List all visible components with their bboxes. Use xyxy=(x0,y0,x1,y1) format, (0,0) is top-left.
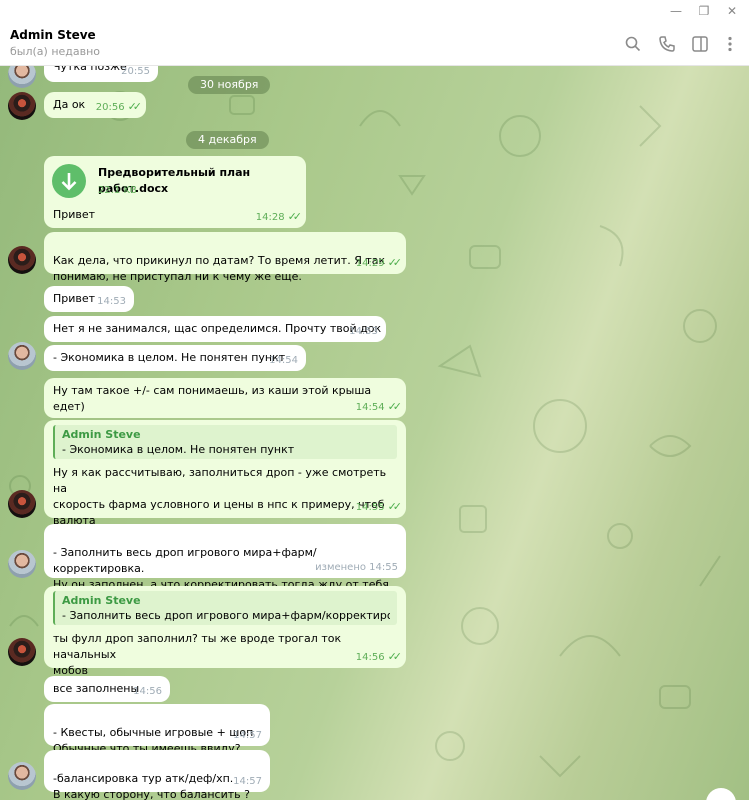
restore-button[interactable]: ❐ xyxy=(692,2,716,20)
chat-title[interactable]: Admin Steve xyxy=(10,28,96,42)
window-titlebar: — ❐ ✕ xyxy=(0,0,749,22)
message-bubble[interactable]: - Заполнить весь дроп игрового мира+фарм… xyxy=(44,524,406,591)
message-bubble[interactable]: Как дела, что прикинул по датам? То врем… xyxy=(44,232,406,283)
message-time: 20:56 ✓✓ xyxy=(95,100,143,114)
message-text: Привет xyxy=(53,208,96,221)
message-bubble[interactable]: -балансировка тур атк/деф/хп. В какую ст… xyxy=(44,750,270,800)
message-text: все заполнены xyxy=(53,682,140,695)
avatar-me[interactable] xyxy=(8,550,36,578)
message-time: 14:53 xyxy=(349,326,378,337)
read-ticks-icon: ✓✓ xyxy=(387,256,403,269)
message-text: - Экономика в целом. Не понятен пункт xyxy=(53,351,286,364)
phone-icon[interactable] xyxy=(657,34,677,54)
read-ticks-icon: ✓✓ xyxy=(127,100,143,113)
message-time: 20:55 xyxy=(121,66,150,77)
search-icon[interactable] xyxy=(623,34,643,54)
read-ticks-icon: ✓✓ xyxy=(387,650,403,663)
message-time: 14:28 ✓✓ xyxy=(255,210,303,224)
message-bubble[interactable]: Admin Steve - Заполнить весь дроп игрово… xyxy=(44,586,406,677)
message-time: 14:54 ✓✓ xyxy=(355,400,403,414)
message-bubble[interactable]: - Квесты, обычные игровые + шоп Обычные … xyxy=(44,704,270,755)
date-separator: 30 ноября xyxy=(188,76,271,94)
minimize-button[interactable]: — xyxy=(664,2,688,20)
avatar-admin-steve[interactable] xyxy=(8,246,36,274)
sidebar-icon[interactable] xyxy=(690,34,710,54)
message-time: 14:53 xyxy=(97,296,126,307)
read-ticks-icon: ✓✓ xyxy=(287,210,303,223)
message-text: Да ок xyxy=(53,98,86,111)
chat-area[interactable]: Чутка позже 20:55 30 ноября Да ок 20:56 ✓… xyxy=(0,66,749,800)
edited-label: изменено xyxy=(315,562,366,573)
message-time: 14:29 ✓✓ xyxy=(355,256,403,270)
reply-text: - Экономика в целом. Не понятен пункт xyxy=(62,443,295,456)
message-bubble[interactable]: Да ок 20:56 ✓✓ xyxy=(44,92,146,118)
close-button[interactable]: ✕ xyxy=(720,2,744,20)
message-bubble[interactable]: Ну там такое +/- сам понимаешь, из каши … xyxy=(44,378,406,418)
reply-author: Admin Steve xyxy=(62,594,141,607)
avatar-me[interactable] xyxy=(8,342,36,370)
message-text: -балансировка тур атк/деф/хп. В какую ст… xyxy=(53,772,250,800)
reply-author: Admin Steve xyxy=(62,428,141,441)
message-bubble[interactable]: Admin Steve - Экономика в целом. Не поня… xyxy=(44,420,406,543)
avatar-admin-steve[interactable] xyxy=(8,638,36,666)
avatar-admin-steve[interactable] xyxy=(8,490,36,518)
message-time: 14:57 xyxy=(233,776,262,787)
avatar-admin-steve[interactable] xyxy=(8,92,36,120)
message-bubble[interactable]: Чутка позже 20:55 xyxy=(44,66,158,82)
avatar-me[interactable] xyxy=(8,762,36,790)
message-time: 14:56 xyxy=(133,686,162,697)
message-text: Ну там такое +/- сам понимаешь, из каши … xyxy=(53,384,372,413)
message-text: Чутка позже xyxy=(53,66,127,73)
file-size: 22.1 KB xyxy=(98,185,137,196)
download-icon[interactable] xyxy=(52,164,86,198)
reply-text: - Заполнить весь дроп игрового мира+фарм… xyxy=(62,609,390,622)
file-message[interactable]: Предворительный план работ.docx 22.1 KB … xyxy=(44,156,306,228)
message-bubble[interactable]: - Экономика в целом. Не понятен пункт 14… xyxy=(44,345,306,371)
more-icon[interactable] xyxy=(720,34,740,54)
reply-quote[interactable]: Admin Steve - Экономика в целом. Не поня… xyxy=(53,425,397,459)
message-text: ты фулл дроп заполнил? ты же вроде трога… xyxy=(53,632,342,677)
read-ticks-icon: ✓✓ xyxy=(387,500,403,513)
message-time: 14:56 ✓✓ xyxy=(355,650,403,664)
message-text: Привет xyxy=(53,292,96,305)
chat-status: был(а) недавно xyxy=(10,45,101,58)
message-bubble[interactable]: все заполнены 14:56 xyxy=(44,676,170,702)
message-time: изменено 14:55 xyxy=(315,562,398,573)
message-text: Нет я не занимался, щас определимся. Про… xyxy=(53,322,382,335)
message-time: 14:57 xyxy=(233,730,262,741)
message-bubble[interactable]: Привет 14:53 xyxy=(44,286,134,312)
reply-quote[interactable]: Admin Steve - Заполнить весь дроп игрово… xyxy=(53,591,397,625)
date-separator: 4 декабря xyxy=(186,131,269,149)
message-bubble[interactable]: Нет я не занимался, щас определимся. Про… xyxy=(44,316,386,342)
read-ticks-icon: ✓✓ xyxy=(387,400,403,413)
message-time: 14:55 ✓✓ xyxy=(355,500,403,514)
chat-header: Admin Steve был(а) недавно xyxy=(0,22,749,66)
message-time: 14:54 xyxy=(269,355,298,366)
